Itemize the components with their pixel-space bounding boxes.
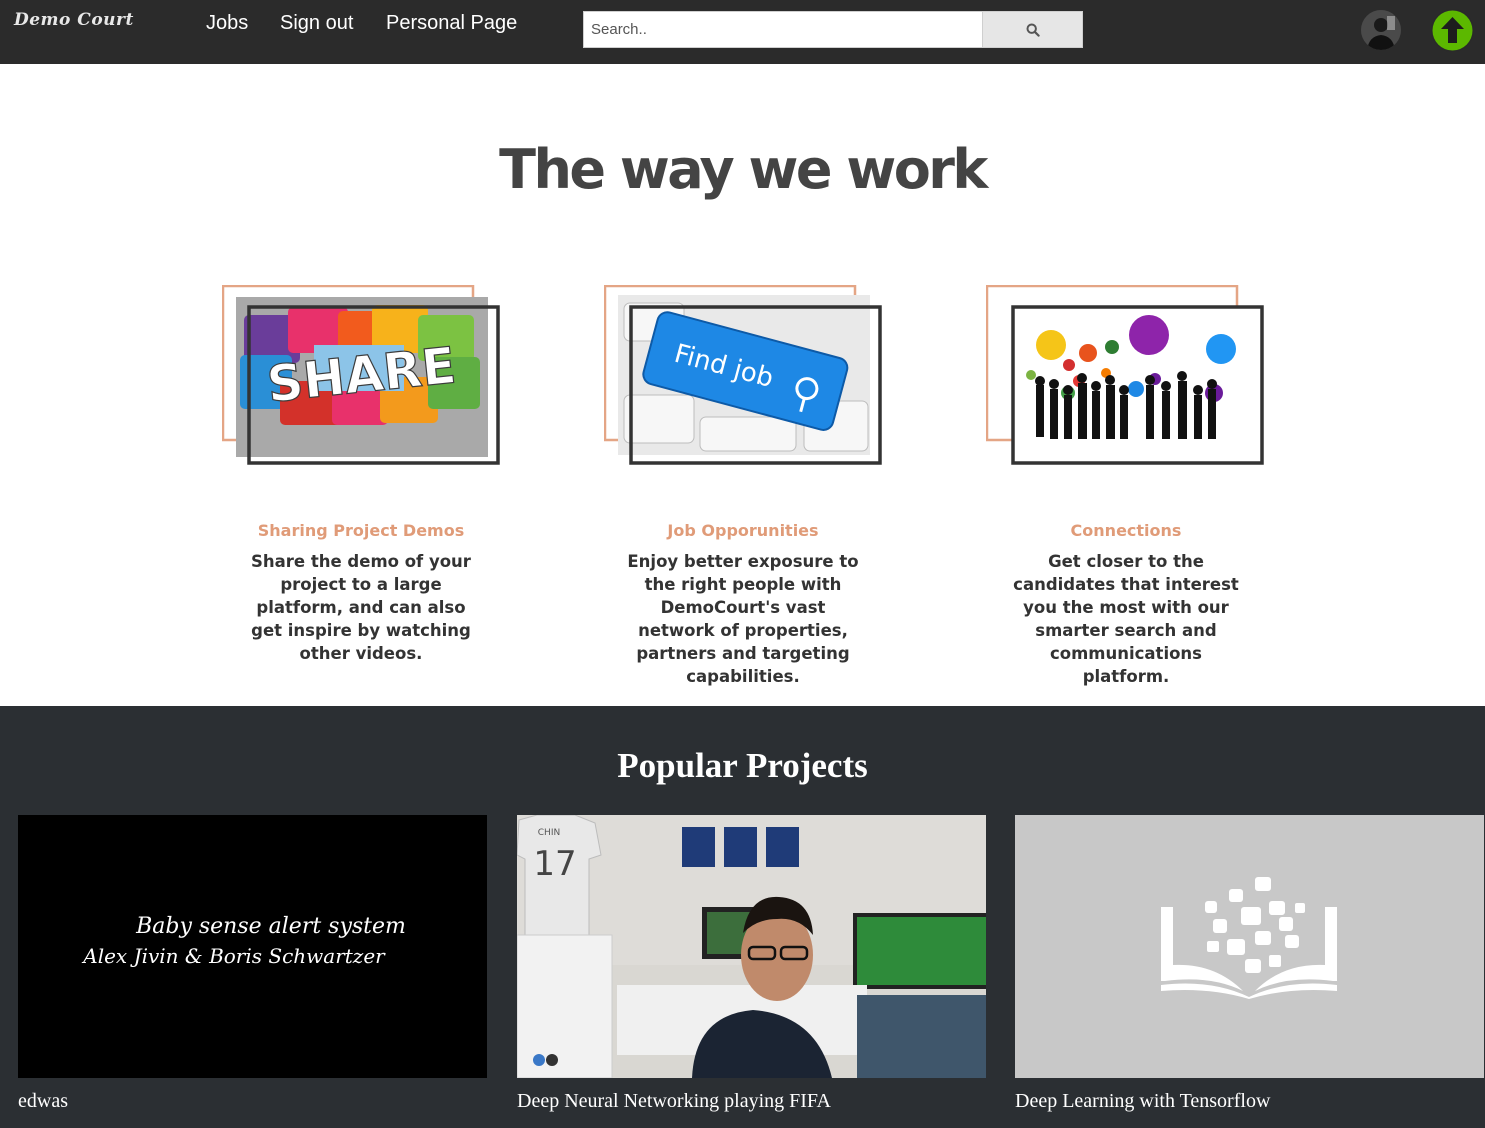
jersey-name: CHIN [538, 828, 560, 838]
card-heading-jobs: Job Opporunities [667, 521, 819, 540]
card-text-connections: Get closer to the candidates that intere… [1013, 552, 1239, 686]
find-job-image: Find job [604, 285, 882, 465]
project-thumbnail[interactable]: Baby sense alert system Alex Jivin & Bor… [18, 815, 487, 1078]
nav-link-sign-out[interactable]: Sign out [280, 12, 353, 35]
book-logo-icon [1015, 815, 1484, 1078]
project-thumbnail-image: Baby sense alert system Alex Jivin & Bor… [18, 815, 487, 1078]
avatar[interactable] [1361, 10, 1401, 50]
page-title: The way we work [499, 138, 988, 201]
arrow-up-icon [1432, 10, 1473, 51]
card-text-sharing: Share the demo of your project to a larg… [251, 552, 471, 663]
share-image: SHARE [222, 285, 500, 465]
project-thumbnail[interactable] [1015, 815, 1484, 1078]
user-photo [1361, 10, 1401, 50]
project-title[interactable]: Deep Learning with Tensorflow [1015, 1090, 1270, 1113]
card-heading-sharing: Sharing Project Demos [257, 521, 465, 540]
nav-link-personal-page[interactable]: Personal Page [386, 12, 517, 35]
thumbnail-caption-title: Baby sense alert system [135, 914, 406, 939]
scroll-to-top-button[interactable] [1431, 9, 1474, 52]
popular-projects-title: Popular Projects [617, 746, 868, 785]
navbar: Demo Court Jobs Sign out Personal Page [0, 0, 1485, 64]
popular-projects-section: Popular Projects Baby sense alert system… [0, 706, 1485, 1128]
thumbnail-caption-authors: Alex Jivin & Boris Schwartzer [81, 944, 386, 968]
project-title[interactable]: edwas [18, 1090, 68, 1113]
logo[interactable]: Demo Court [14, 10, 134, 30]
search-button[interactable] [982, 11, 1083, 48]
connections-image [986, 285, 1264, 465]
card-heading-connections: Connections [1070, 521, 1182, 540]
search-input[interactable] [583, 11, 983, 48]
jersey-number: 17 [533, 844, 576, 884]
project-thumbnail-image: CHIN 17 [517, 815, 986, 1078]
project-thumbnail[interactable]: CHIN 17 [517, 815, 986, 1078]
search-icon [1026, 23, 1040, 37]
project-title[interactable]: Deep Neural Networking playing FIFA [517, 1090, 831, 1113]
card-text-jobs: Enjoy better exposure to the right peopl… [627, 552, 859, 686]
nav-link-jobs[interactable]: Jobs [206, 12, 248, 35]
